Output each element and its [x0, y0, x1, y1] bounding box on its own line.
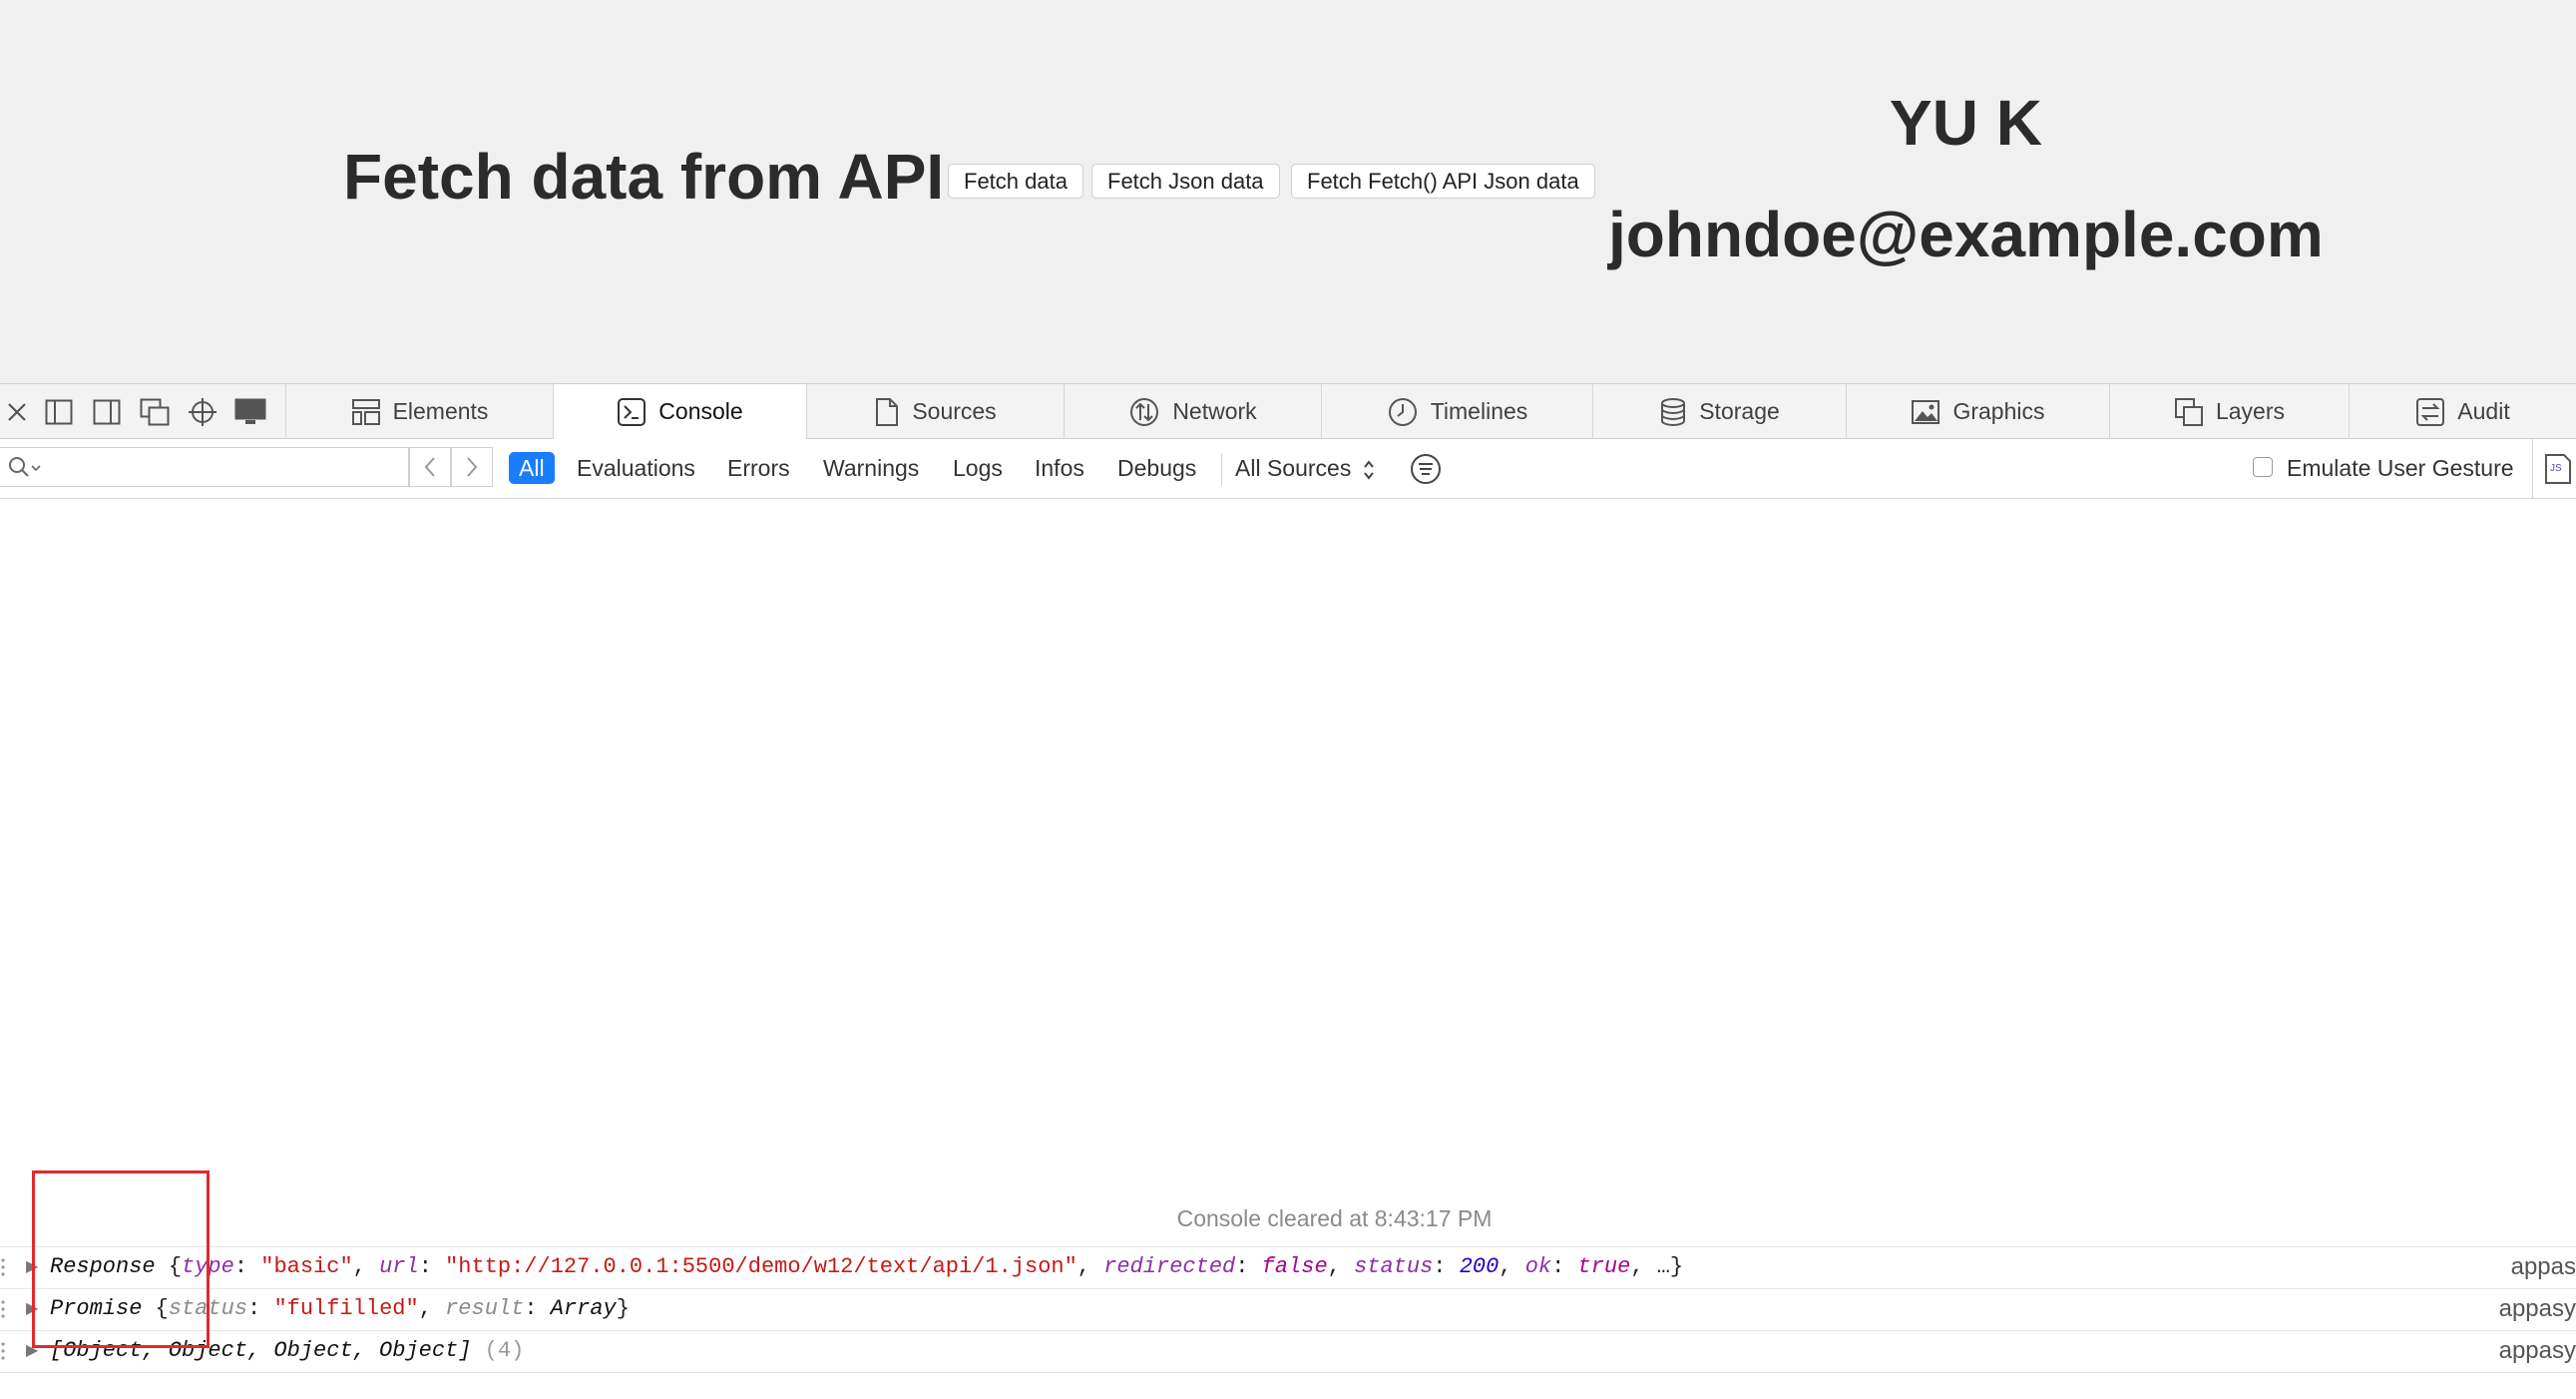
undock-icon — [140, 398, 170, 426]
user-email: johndoe@example.com — [1608, 199, 2324, 270]
crosshair-icon — [189, 398, 216, 426]
inspect-element-button[interactable] — [186, 396, 219, 428]
console-search-field[interactable] — [0, 447, 409, 487]
tab-audit-label: Audit — [2457, 398, 2510, 424]
device-settings-button[interactable] — [233, 396, 267, 428]
elements-icon — [351, 398, 380, 425]
storage-icon — [1661, 397, 1686, 426]
console-message-text: Promise {status: "fulfilled", result: Ar… — [50, 1296, 630, 1321]
fetch-api-json-data-button[interactable]: Fetch Fetch() API Json data — [1291, 164, 1595, 199]
javascript-context-button[interactable]: JS — [2544, 453, 2572, 490]
monitor-icon — [234, 398, 266, 424]
page-title: Fetch data from API — [343, 141, 945, 213]
tab-network-label: Network — [1172, 398, 1257, 424]
next-match-button[interactable] — [451, 447, 493, 487]
js-file-icon: JS — [2545, 454, 2571, 484]
filter-debugs[interactable]: Debugs — [1107, 452, 1206, 484]
filter-infos[interactable]: Infos — [1025, 452, 1094, 484]
tab-elements-label: Elements — [392, 398, 489, 424]
drag-handle-icon — [1, 1300, 5, 1318]
tab-sources-label: Sources — [912, 398, 997, 424]
emulate-user-gesture-checkbox[interactable] — [2253, 457, 2273, 477]
filter-evaluations[interactable]: Evaluations — [567, 452, 705, 484]
filter-logs[interactable]: Logs — [943, 452, 1013, 484]
console-search-input[interactable] — [44, 452, 397, 484]
tab-elements[interactable]: Elements — [285, 384, 553, 439]
disclosure-triangle-icon[interactable]: ▶ — [26, 1247, 38, 1287]
console-cleared-message: Console cleared at 8:43:17 PM — [1176, 1205, 1493, 1231]
graphics-icon — [1912, 399, 1940, 424]
console-prompt[interactable] — [0, 1372, 2576, 1399]
console-message-text: [Object, Object, Object, Object] (4) — [50, 1338, 525, 1363]
filter-errors[interactable]: Errors — [717, 452, 800, 484]
filter-options-icon — [1411, 454, 1441, 484]
drag-handle-icon — [1, 1342, 5, 1360]
tab-layers[interactable]: Layers — [2109, 384, 2349, 439]
close-devtools-button[interactable] — [0, 396, 34, 428]
dock-left-button[interactable] — [42, 396, 76, 428]
sources-icon — [876, 397, 899, 426]
disclosure-triangle-icon[interactable]: ▶ — [26, 1331, 38, 1371]
emulate-user-gesture-label: Emulate User Gesture — [2287, 455, 2514, 481]
fetch-data-button[interactable]: Fetch data — [948, 164, 1083, 199]
dock-left-icon — [45, 399, 73, 425]
filter-warnings[interactable]: Warnings — [813, 452, 929, 484]
filter-all[interactable]: All — [509, 452, 555, 484]
console-message-source[interactable]: appasy — [2499, 1331, 2576, 1371]
tab-sources[interactable]: Sources — [806, 384, 1064, 439]
network-icon — [1130, 397, 1159, 426]
undock-button[interactable] — [138, 396, 172, 428]
tab-console[interactable]: Console — [553, 384, 806, 439]
user-name: YU K — [1890, 87, 2042, 159]
drag-handle-icon — [1, 1258, 5, 1276]
timelines-icon — [1388, 397, 1417, 426]
devtools-tab-bar: Elements Console Sources Network Timelin… — [0, 383, 2576, 439]
tab-graphics-label: Graphics — [1952, 398, 2045, 424]
console-message-array[interactable]: ▶ [Object, Object, Object, Object] (4) a… — [0, 1330, 2576, 1372]
fetch-json-data-button[interactable]: Fetch Json data — [1091, 164, 1280, 199]
tab-network[interactable]: Network — [1064, 384, 1321, 439]
tab-timelines-label: Timelines — [1430, 398, 1528, 424]
console-message-response[interactable]: ▶ Response {type: "basic", url: "http://… — [0, 1246, 2576, 1288]
chevron-right-icon — [467, 457, 478, 477]
close-icon — [8, 403, 26, 421]
disclosure-triangle-icon[interactable]: ▶ — [26, 1289, 38, 1329]
console-message-source[interactable]: appasy — [2499, 1289, 2576, 1329]
tab-storage[interactable]: Storage — [1592, 384, 1846, 439]
dock-right-icon — [93, 399, 121, 425]
console-icon — [618, 397, 646, 426]
tab-console-label: Console — [658, 398, 743, 424]
tab-timelines[interactable]: Timelines — [1321, 384, 1592, 439]
sources-select[interactable]: All Sources — [1235, 452, 1376, 484]
previous-match-button[interactable] — [409, 447, 451, 487]
tab-layers-label: Layers — [2215, 398, 2286, 424]
dock-right-button[interactable] — [90, 396, 124, 428]
toolbar-divider — [2532, 439, 2533, 499]
svg-text:JS: JS — [2550, 463, 2562, 474]
search-icon — [9, 457, 41, 477]
web-page: Fetch data from API Fetch data Fetch Jso… — [0, 0, 2576, 383]
console-message-text: Response {type: "basic", url: "http://12… — [50, 1254, 1684, 1279]
message-options-button[interactable] — [1409, 452, 1443, 491]
tab-graphics[interactable]: Graphics — [1846, 384, 2109, 439]
console-message-promise[interactable]: ▶ Promise {status: "fulfilled", result: … — [0, 1288, 2576, 1330]
layers-icon — [2174, 397, 2203, 426]
audit-icon — [2416, 397, 2445, 426]
console-filter-bar: All Evaluations Errors Warnings Logs Inf… — [0, 439, 2576, 499]
filter-divider — [1221, 453, 1222, 485]
console-message-source[interactable]: appas — [2511, 1247, 2576, 1287]
chevron-left-icon — [424, 457, 435, 477]
chevron-updown-icon — [1363, 460, 1374, 480]
tab-storage-label: Storage — [1699, 398, 1780, 424]
tab-audit[interactable]: Audit — [2349, 384, 2576, 439]
sources-select-label: All Sources — [1235, 455, 1352, 481]
